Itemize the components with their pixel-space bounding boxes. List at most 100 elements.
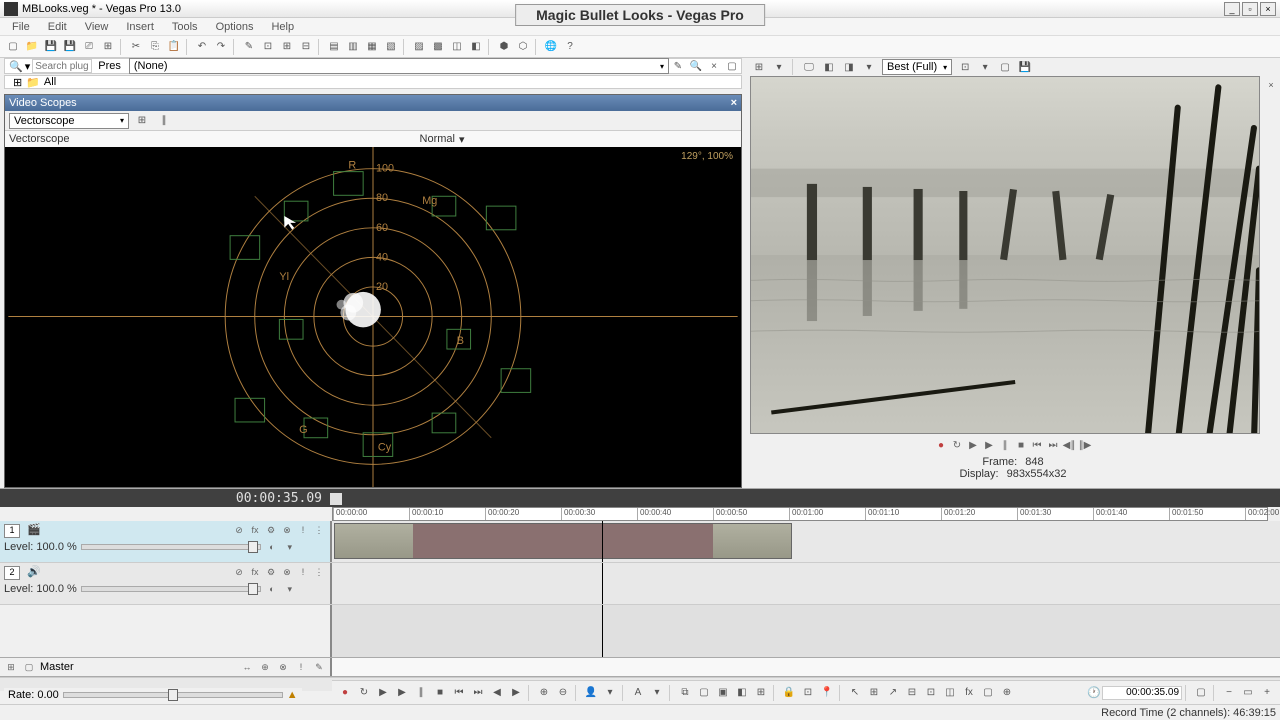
edit-tool-icon[interactable]: ▢	[979, 684, 997, 702]
preview-icon[interactable]: ⊞	[750, 58, 768, 76]
plugin-search-input[interactable]	[32, 59, 92, 73]
open-icon[interactable]: 📁	[23, 38, 41, 56]
edit-tool-icon[interactable]: ⊡	[799, 684, 817, 702]
track-header-audio[interactable]: 2 🔊 ⊘ fx ⚙ ⊗ ! ⋮ Level: 100.0 % ◐ ▾	[0, 563, 332, 604]
stop-icon[interactable]: ■	[1014, 438, 1028, 452]
rate-slider[interactable]	[63, 692, 283, 698]
tool-icon[interactable]: ▩	[429, 38, 447, 56]
level-slider[interactable]	[81, 544, 261, 550]
scope-icon[interactable]: ⊞	[133, 112, 151, 130]
tool-icon[interactable]: ▧	[382, 38, 400, 56]
preset-dropdown[interactable]: (None) ▾	[129, 58, 669, 74]
tool-icon[interactable]: ⊞	[278, 38, 296, 56]
time-ruler[interactable]: 00:00:0000:00:1000:00:2000:00:3000:00:40…	[332, 507, 1268, 521]
tool-icon[interactable]: ▥	[344, 38, 362, 56]
tool-icon[interactable]: ▨	[410, 38, 428, 56]
play-icon[interactable]: ▶	[393, 684, 411, 702]
tree-expand-icon[interactable]: ⊞	[13, 76, 22, 89]
edit-tool-icon[interactable]: ▢	[695, 684, 713, 702]
loop-icon[interactable]: ↻	[355, 684, 373, 702]
preview-icon[interactable]: ▾	[860, 58, 878, 76]
play-start-icon[interactable]: ▶	[374, 684, 392, 702]
edit-tool-icon[interactable]: ⊡	[922, 684, 940, 702]
mute-icon[interactable]: ⊗	[280, 523, 294, 537]
preview-icon[interactable]: 💾	[1016, 58, 1034, 76]
stop-icon[interactable]: ■	[431, 684, 449, 702]
video-clip[interactable]	[334, 523, 792, 559]
bypass-icon[interactable]: ⊘	[232, 523, 246, 537]
preview-icon[interactable]: ◨	[840, 58, 858, 76]
playhead[interactable]	[602, 521, 603, 562]
fx-icon[interactable]: fx	[248, 565, 262, 579]
prev-frame-icon[interactable]: ◀∥	[1062, 438, 1076, 452]
render-icon[interactable]: ⎚	[80, 38, 98, 56]
edit-tool-icon[interactable]: ⊕	[535, 684, 553, 702]
menu-file[interactable]: File	[4, 19, 38, 35]
edit-tool-icon[interactable]: ⊞	[865, 684, 883, 702]
level-slider[interactable]	[81, 586, 261, 592]
automation-icon[interactable]: ⚙	[264, 565, 278, 579]
search-icon[interactable]: 🔍	[9, 60, 23, 73]
expand-icon[interactable]: ▾	[283, 540, 297, 554]
automation-icon[interactable]: ⚙	[264, 523, 278, 537]
edit-tool-icon[interactable]: ⊖	[554, 684, 572, 702]
edit-tool-icon[interactable]: ⊞	[752, 684, 770, 702]
menu-edit[interactable]: Edit	[40, 19, 75, 35]
prev-frame-icon[interactable]: ◀	[488, 684, 506, 702]
preview-icon[interactable]: ▢	[996, 58, 1014, 76]
maximize-button[interactable]: ▫	[1242, 2, 1258, 16]
chevron-down-icon[interactable]: ▾	[459, 133, 465, 146]
close-icon[interactable]: ×	[1262, 76, 1280, 94]
pause-icon[interactable]: ∥	[412, 684, 430, 702]
play-icon[interactable]: ▶	[982, 438, 996, 452]
bypass-icon[interactable]: ⊘	[232, 565, 246, 579]
go-start-icon[interactable]: ⏮	[450, 684, 468, 702]
preview-icon[interactable]: ⊡	[956, 58, 974, 76]
preview-quality-dropdown[interactable]: Best (Full) ▾	[882, 59, 952, 75]
play-start-icon[interactable]: ▶	[966, 438, 980, 452]
tool-icon[interactable]: ✎	[240, 38, 258, 56]
go-end-icon[interactable]: ⏭	[1046, 438, 1060, 452]
more-icon[interactable]: ⋮	[312, 565, 326, 579]
menu-insert[interactable]: Insert	[118, 19, 162, 35]
menu-view[interactable]: View	[77, 19, 117, 35]
icon[interactable]: !	[294, 660, 308, 674]
icon[interactable]: ⊕	[258, 660, 272, 674]
new-icon[interactable]: ▢	[4, 38, 22, 56]
preview-icon[interactable]: 🖵	[800, 58, 818, 76]
fx-icon[interactable]: ✎	[669, 57, 687, 75]
pause-icon[interactable]: ∥	[998, 438, 1012, 452]
tool-icon[interactable]: ⊟	[297, 38, 315, 56]
loop-icon[interactable]: ↻	[950, 438, 964, 452]
edit-tool-icon[interactable]: ◧	[733, 684, 751, 702]
preview-icon[interactable]: ▾	[976, 58, 994, 76]
paste-icon[interactable]: 📋	[165, 38, 183, 56]
edit-tool-icon[interactable]: A	[629, 684, 647, 702]
fx-icon[interactable]: ▢	[723, 57, 741, 75]
edit-tool-icon[interactable]: ⊟	[903, 684, 921, 702]
icon[interactable]: ↔	[240, 660, 254, 674]
close-button[interactable]: ×	[1260, 2, 1276, 16]
minimize-button[interactable]: _	[1224, 2, 1240, 16]
edit-tool-icon[interactable]: ▾	[601, 684, 619, 702]
menu-options[interactable]: Options	[208, 19, 262, 35]
pan-icon[interactable]: ◐	[265, 540, 279, 554]
copy-icon[interactable]: ⎘	[146, 38, 164, 56]
solo-icon[interactable]: !	[296, 523, 310, 537]
marker-icon[interactable]: 📍	[818, 684, 836, 702]
edit-tool-icon[interactable]: fx	[960, 684, 978, 702]
redo-icon[interactable]: ↷	[212, 38, 230, 56]
close-icon[interactable]: ×	[731, 97, 737, 109]
zoom-in-icon[interactable]: +	[1258, 684, 1276, 702]
zoom-icon[interactable]: ▢	[1192, 684, 1210, 702]
tool-icon[interactable]: ◧	[467, 38, 485, 56]
edit-tool-icon[interactable]: ↖	[846, 684, 864, 702]
snap-icon[interactable]: ⧉	[676, 684, 694, 702]
edit-tool-icon[interactable]: ▾	[648, 684, 666, 702]
tool-icon[interactable]: ◫	[448, 38, 466, 56]
edit-tool-icon[interactable]: ▣	[714, 684, 732, 702]
preview-icon[interactable]: ▾	[770, 58, 788, 76]
cut-icon[interactable]: ✂	[127, 38, 145, 56]
fx-icon[interactable]: fx	[248, 523, 262, 537]
record-icon[interactable]: ●	[336, 684, 354, 702]
